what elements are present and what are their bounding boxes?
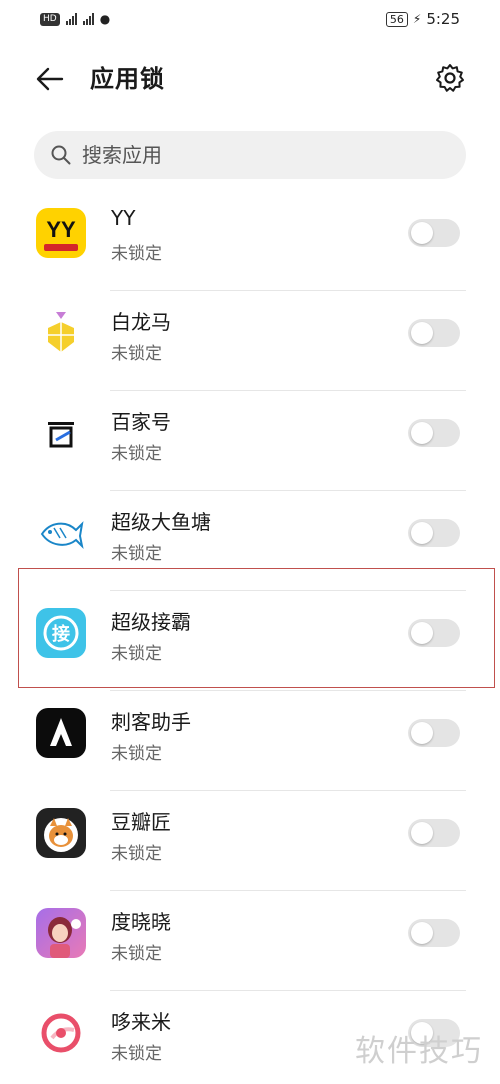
lock-toggle[interactable] [408,719,460,747]
lock-status: 未锁定 [111,644,162,664]
battery-icon: 56 [385,11,408,27]
status-left: HD ● [40,12,110,26]
lock-toggle[interactable] [408,919,460,947]
toggle-knob [411,522,433,544]
app-row: 白龙马 未锁定 [0,291,500,391]
search-icon [51,145,71,165]
app-list: YY YY 未锁定 白龙马 未锁定 百家号 未锁定 超级大鱼塘 未锁定 接 超级… [0,191,500,1084]
app-name: 白龙马 [111,310,171,334]
toggle-knob [411,722,433,744]
app-row: 刺客助手 未锁定 [0,691,500,791]
app-header: 应用锁 [0,45,500,111]
lock-toggle[interactable] [408,219,460,247]
app-name: 刺客助手 [111,710,191,734]
lock-toggle[interactable] [408,819,460,847]
search-input[interactable] [82,143,442,167]
lock-status: 未锁定 [111,944,162,964]
app-name: 度晓晓 [111,910,171,934]
app-name: YY [111,206,136,230]
svg-text:接: 接 [52,623,70,645]
duxiaoxiao-app-icon [36,908,86,958]
watermark: 软件技巧 [355,1034,483,1069]
toggle-knob [411,822,433,844]
toggle-knob [411,222,433,244]
toggle-knob [411,622,433,644]
back-arrow-icon[interactable] [34,63,66,95]
lock-status: 未锁定 [111,744,162,764]
yy-app-icon: YY [36,208,86,258]
app-row: 豆瓣匠 未锁定 [0,791,500,891]
toggle-knob [411,922,433,944]
clock: 5:25 [426,10,460,28]
assassin-app-icon [36,708,86,758]
signal-icon [65,13,77,25]
app-row: 度晓晓 未锁定 [0,891,500,991]
app-name: 豆瓣匠 [111,810,171,834]
lock-status: 未锁定 [111,844,162,864]
bailongma-app-icon [36,308,86,358]
app-row: 接 超级接霸 未锁定 [0,591,500,691]
hd-badge: HD [40,12,60,26]
app-row: 超级大鱼塘 未锁定 [0,491,500,591]
duolaimi-app-icon [36,1008,86,1058]
lock-status: 未锁定 [111,444,162,464]
charging-icon: ⚡ [412,12,422,26]
lock-status: 未锁定 [111,1044,162,1064]
jieba-app-icon: 接 [36,608,86,658]
app-name: 哆来米 [111,1010,171,1034]
fish-pond-app-icon [36,508,86,558]
wechat-icon: ● [99,12,111,26]
lock-status: 未锁定 [111,544,162,564]
toggle-knob [411,322,433,344]
settings-gear-icon[interactable] [434,62,466,94]
status-right: 56 ⚡ 5:25 [385,10,460,28]
lock-toggle[interactable] [408,619,460,647]
app-name: 超级大鱼塘 [111,510,211,534]
doubanjiang-app-icon [36,808,86,858]
app-name: 超级接霸 [111,610,191,634]
signal-icon-2 [82,13,94,25]
app-row: YY YY 未锁定 [0,191,500,291]
app-row: 百家号 未锁定 [0,391,500,491]
lock-toggle[interactable] [408,419,460,447]
page-title: 应用锁 [90,65,165,93]
lock-toggle[interactable] [408,319,460,347]
svg-text:YY: YY [46,217,76,242]
search-bar[interactable] [34,131,466,179]
lock-status: 未锁定 [111,244,162,264]
lock-toggle[interactable] [408,519,460,547]
lock-status: 未锁定 [111,344,162,364]
status-bar: HD ● 56 ⚡ 5:25 [0,0,500,38]
toggle-knob [411,422,433,444]
app-name: 百家号 [111,410,171,434]
baijiahao-app-icon [36,408,86,458]
